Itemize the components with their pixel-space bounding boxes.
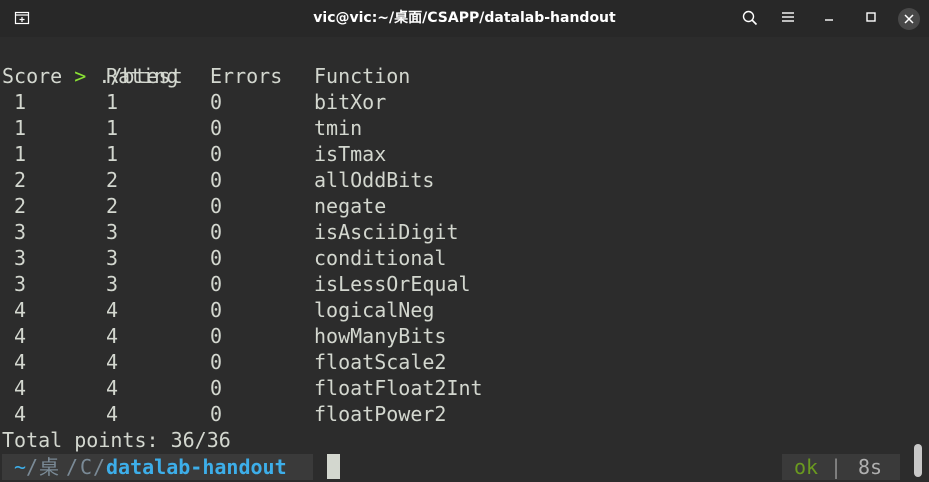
row-errors: 0 [210,350,223,374]
row-function: negate [314,194,387,218]
row-function: floatPower2 [314,402,447,426]
text-cursor [327,454,340,479]
row-function: bitXor [314,90,387,114]
row-errors: 0 [210,272,223,296]
prompt-dir: C [80,455,93,479]
row-errors: 0 [210,194,223,218]
row-function: logicalNeg [314,298,435,322]
row-score: 4 [2,350,27,374]
table-row: 4 4 0 howManyBits [2,323,602,349]
table-row: 3 3 0 isLessOrEqual [2,271,602,297]
prompt-sep: / [66,455,79,479]
row-score: 2 [2,194,27,218]
header-score: Score [2,64,63,88]
status-separator: | [818,455,855,479]
header-function: Function [314,64,411,88]
row-score: 2 [2,168,27,192]
table-row: 1 1 0 isTmax [2,141,602,167]
row-rating: 3 [106,220,119,244]
row-rating: 3 [106,272,119,296]
row-score: 3 [2,220,27,244]
table-row: 1 1 0 tmin [2,115,602,141]
row-rating: 1 [106,142,119,166]
row-rating: 4 [106,376,119,400]
prompt-sep: / [93,455,106,479]
row-errors: 0 [210,168,223,192]
row-score: 1 [2,142,27,166]
prompt-current-dir: datalab-handout [106,455,287,479]
row-score: 3 [2,272,27,296]
row-errors: 0 [210,220,223,244]
row-function: allOddBits [314,168,435,192]
close-icon[interactable] [898,8,920,30]
row-score: 1 [2,90,27,114]
row-function: isTmax [314,142,387,166]
table-row: 4 4 0 floatFloat2Int [2,375,602,401]
command-status: ok | 8s [782,454,900,480]
row-errors: 0 [210,246,223,270]
row-errors: 0 [210,402,223,426]
row-rating: 2 [106,168,119,192]
row-errors: 0 [210,298,223,322]
prompt-path: ~ / 桌 / C / datalab-handout [2,454,313,480]
prompt-home: ~ [2,455,27,479]
table-row: 2 2 0 allOddBits [2,167,602,193]
status-duration: 8s [858,455,883,479]
row-errors: 0 [210,116,223,140]
table-row: 4 4 0 floatScale2 [2,349,602,375]
row-errors: 0 [210,90,223,114]
hamburger-menu-icon[interactable] [777,8,799,28]
search-icon[interactable] [739,8,761,28]
row-function: isAsciiDigit [314,220,459,244]
row-function: conditional [314,246,447,270]
row-rating: 4 [106,402,119,426]
row-rating: 4 [106,324,119,348]
row-score: 1 [2,116,27,140]
row-rating: 4 [106,350,119,374]
table-row: 1 1 0 bitXor [2,89,602,115]
row-function: howManyBits [314,324,447,348]
terminal-output[interactable]: > ./btest Score Rating Errors Function 1… [0,37,929,482]
row-errors: 0 [210,142,223,166]
terminal-window: vic@vic:~/桌面/CSAPP/datalab-handout > ./b… [0,0,929,482]
scrollbar-thumb[interactable] [914,444,922,477]
table-row: 4 4 0 floatPower2 [2,401,602,427]
row-rating: 4 [106,298,119,322]
row-rating: 3 [106,246,119,270]
row-function: isLessOrEqual [314,272,471,296]
status-ok: ok [794,455,819,479]
row-score: 4 [2,298,27,322]
prompt-dir: 桌 [39,455,59,479]
command-line: > ./btest [2,37,182,88]
row-errors: 0 [210,376,223,400]
row-function: tmin [314,116,363,140]
table-row: 3 3 0 conditional [2,245,602,271]
row-score: 4 [2,324,27,348]
row-score: 4 [2,376,27,400]
header-errors: Errors [210,64,283,88]
maximize-icon[interactable] [860,8,882,28]
title-bar: vic@vic:~/桌面/CSAPP/datalab-handout [0,0,929,37]
minimize-icon[interactable] [818,8,840,28]
table-row: 4 4 0 logicalNeg [2,297,602,323]
total-points: Total points: 36/36 [2,428,231,452]
row-rating: 2 [106,194,119,218]
table-row: 3 3 0 isAsciiDigit [2,219,602,245]
row-rating: 1 [106,116,119,140]
row-function: floatFloat2Int [314,376,483,400]
row-errors: 0 [210,324,223,348]
row-rating: 1 [106,90,119,114]
table-row: 2 2 0 negate [2,193,602,219]
table-header: Score Rating Errors Function [2,63,602,89]
prompt-sep: / [26,455,39,479]
row-score: 3 [2,246,27,270]
row-function: floatScale2 [314,350,447,374]
row-score: 4 [2,402,27,426]
header-rating: Rating [106,64,179,88]
